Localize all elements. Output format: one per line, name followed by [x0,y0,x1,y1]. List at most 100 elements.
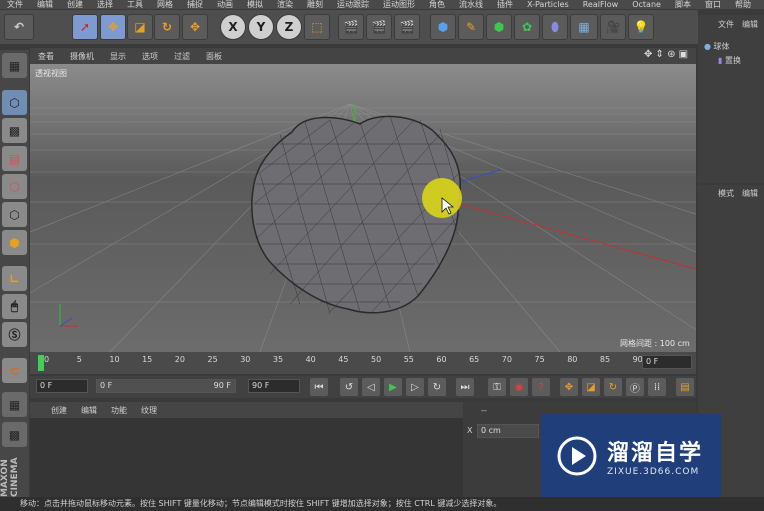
play-button[interactable]: ▶ [384,378,402,396]
light-button[interactable]: 💡 [628,14,654,40]
viewport-menu-item[interactable]: 选项 [134,51,166,62]
axis-y-lock-button[interactable]: Y [248,14,274,40]
texture-mode-button[interactable]: ▩ [2,118,27,143]
prev-frame-button[interactable]: ◁ [362,378,380,396]
points-mode-button[interactable]: ⬡ [2,174,27,199]
preview-range-slider[interactable]: 0 F 90 F [96,379,236,393]
menu-item[interactable]: 网格 [150,0,180,9]
camera-button[interactable]: 🎥 [600,14,626,40]
object-item-displace[interactable]: ▮ 置换 [704,54,764,68]
key-position-button[interactable]: ✥ [560,378,578,396]
axis-z-lock-button[interactable]: Z [276,14,302,40]
menu-item[interactable]: RealFlow [576,0,626,9]
menu-item[interactable]: 工具 [120,0,150,9]
menu-item[interactable]: Octane [625,0,668,9]
menu-item[interactable]: 插件 [490,0,520,9]
axis-x-lock-button[interactable]: X [220,14,246,40]
material-menu-item[interactable]: 创建 [44,405,74,416]
render-picture-viewer-button[interactable]: 🎬 [366,14,392,40]
axis-mode-button[interactable]: ∟ [2,266,27,291]
checker-icon: ▦ [8,397,21,412]
snap-button[interactable]: Ⓢ [2,322,27,347]
key-param-button[interactable]: Ⓟ [626,378,644,396]
timeline-ruler[interactable]: 0 5 10 15 20 25 30 35 40 45 50 55 60 65 70 75 80 85 90 0 F [30,352,696,374]
prev-key-button[interactable]: ↺ [340,378,358,396]
menu-item[interactable]: 动画 [210,0,240,9]
scale-tool-button[interactable]: ◪ [127,14,153,40]
make-editable-button[interactable]: ▦ [2,53,27,78]
layout-button[interactable]: ▦ [2,392,27,417]
record-button[interactable]: ◉ [510,378,528,396]
watermark-url: ZIXUE.3D66.COM [607,467,700,477]
viewport-nav-icons[interactable]: ✥ ⇕ ⊛ ▣ [644,49,688,60]
autokey-button[interactable]: ? [532,378,550,396]
menu-item[interactable]: 渲染 [270,0,300,9]
coord-x-input[interactable]: 0 cm [477,424,539,438]
go-to-start-button[interactable]: ⏮ [310,378,328,396]
key-scale-button[interactable]: ◪ [582,378,600,396]
model-mode-button[interactable]: ⬡ [2,90,27,115]
menu-item[interactable]: X-Particles [520,0,576,9]
perspective-viewport[interactable] [30,64,696,352]
coordinate-system-button[interactable]: ⬚ [304,14,330,40]
timeline-window-button[interactable]: ▤ [676,378,694,396]
key-rotation-button[interactable]: ↻ [604,378,622,396]
viewport-menu-item[interactable]: 摄像机 [62,51,102,62]
menu-item[interactable]: 雕刻 [300,0,330,9]
viewport-menu-item[interactable]: 面板 [198,51,230,62]
menu-item[interactable]: 模拟 [240,0,270,9]
am-tab-edit[interactable]: 编辑 [742,188,758,199]
undo-button[interactable]: ↶ [4,14,34,40]
array-button[interactable]: ✿ [514,14,540,40]
deformer-button[interactable]: ⬮ [542,14,568,40]
render-settings-button[interactable]: 🎬 [394,14,420,40]
viewport-menu-item[interactable]: 查看 [30,51,62,62]
subdivision-button[interactable]: ⬢ [486,14,512,40]
menu-item[interactable]: 编辑 [30,0,60,9]
move-icon: ✥ [107,20,119,34]
menu-item[interactable]: 文件 [0,0,30,9]
select-tool-button[interactable]: ➚ [72,14,98,40]
am-tab-mode[interactable]: 模式 [718,188,734,199]
workplane-mode-button[interactable]: ▤ [2,146,27,171]
pen-spline-button[interactable]: ✎ [458,14,484,40]
max-frame-field[interactable]: 90 F [248,379,300,393]
menu-item[interactable]: 角色 [422,0,452,9]
recent-tool-button[interactable]: ✥ [182,14,208,40]
material-menu-item[interactable]: 编辑 [74,405,104,416]
next-frame-button[interactable]: ▷ [406,378,424,396]
next-key-button[interactable]: ↻ [428,378,446,396]
render-view-button[interactable]: 🎬 [338,14,364,40]
tweak-mode-button[interactable]: 🖱 [2,294,27,319]
menu-item[interactable]: 运动图形 [376,0,422,9]
axis-icon: ∟ [9,271,20,286]
material-menu-item[interactable]: 纹理 [134,405,164,416]
go-to-end-button[interactable]: ⏭ [456,378,474,396]
keyframe-selection-button[interactable]: ⚿ [488,378,506,396]
viewport-menu-item[interactable]: 过滤 [166,51,198,62]
polygons-mode-button[interactable]: ⬢ [2,230,27,255]
timeline-frame-field[interactable]: 0 F [642,355,692,369]
menu-item[interactable]: 创建 [60,0,90,9]
om-tab-file[interactable]: 文件 [718,19,734,30]
menu-item[interactable]: 流水线 [452,0,490,9]
edges-mode-button[interactable]: ⬡ [2,202,27,227]
menu-item[interactable]: 运动跟踪 [330,0,376,9]
menu-item[interactable]: 脚本 [668,0,698,9]
object-item-sphere[interactable]: ● 球体 [704,40,764,54]
om-tab-edit[interactable]: 编辑 [742,19,758,30]
current-frame-field[interactable]: 0 F [36,379,88,393]
viewport-menu-item[interactable]: 显示 [102,51,134,62]
key-pla-button[interactable]: ⁞⁞ [648,378,666,396]
magnet-button[interactable]: ⊂ [2,358,27,383]
material-menu-item[interactable]: 功能 [104,405,134,416]
menu-item[interactable]: 捕捉 [180,0,210,9]
floor-button[interactable]: ▦ [570,14,598,40]
menu-item[interactable]: 窗口 [698,0,728,9]
rotate-tool-button[interactable]: ↻ [154,14,180,40]
material-manager-area[interactable] [30,418,463,498]
menu-item[interactable]: 选择 [90,0,120,9]
menu-item[interactable]: 帮助 [728,0,758,9]
cube-object-button[interactable]: ⬢ [430,14,456,40]
move-tool-button[interactable]: ✥ [100,14,126,40]
